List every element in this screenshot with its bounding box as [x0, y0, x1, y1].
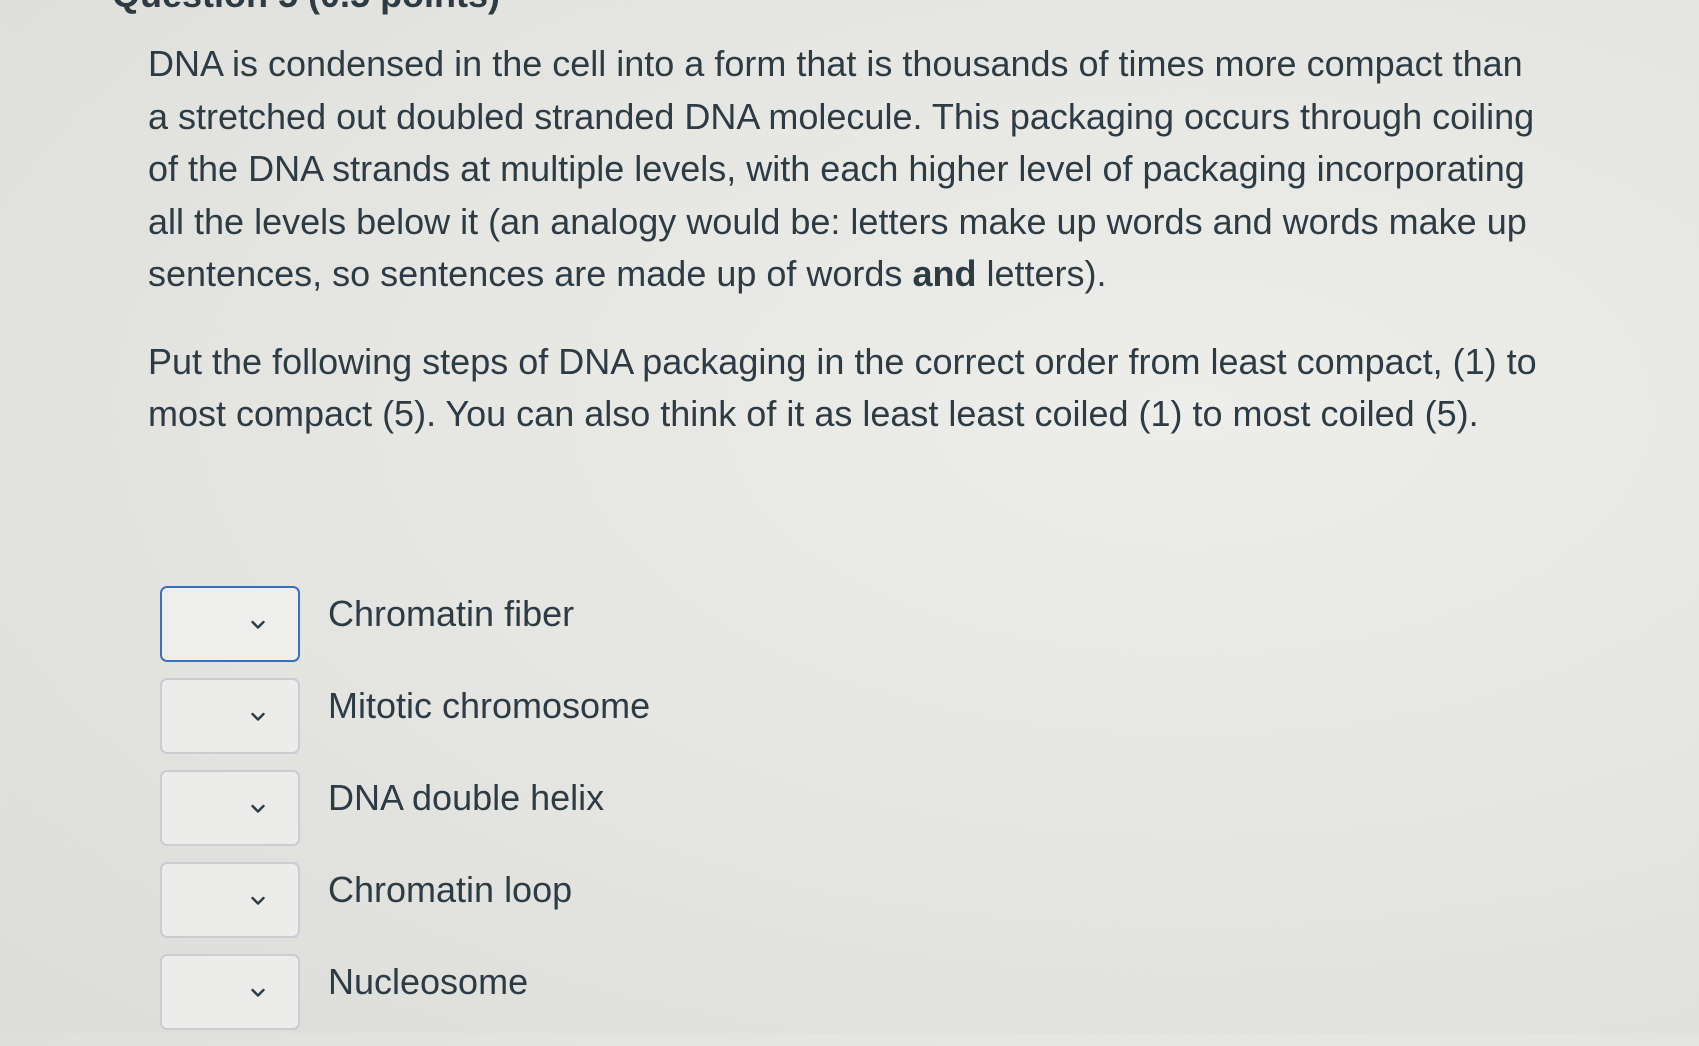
order-select-chromatin-fiber[interactable]	[160, 586, 300, 662]
question-header: Question 5 (0.5 points)	[112, 0, 500, 16]
question-intro: DNA is condensed in the cell into a form…	[148, 38, 1543, 301]
answer-label: DNA double helix	[328, 777, 605, 818]
answer-row: DNA double helix	[160, 770, 1060, 862]
answer-label: Nucleosome	[328, 961, 529, 1002]
intro-bold-word: and	[912, 253, 977, 294]
answer-label: Mitotic chromosome	[328, 685, 651, 726]
chevron-down-icon	[251, 988, 265, 997]
intro-text: DNA is condensed in the cell into a form…	[148, 43, 1535, 294]
question-body: DNA is condensed in the cell into a form…	[148, 38, 1568, 441]
intro-tail: letters).	[986, 253, 1107, 294]
answer-label: Chromatin loop	[328, 869, 573, 910]
answer-row: Nucleosome	[160, 954, 1060, 1046]
answer-row: Chromatin loop	[160, 862, 1060, 954]
chevron-down-icon	[251, 712, 265, 721]
chevron-down-icon	[251, 804, 265, 813]
question-instructions: Put the following steps of DNA packaging…	[148, 340, 1537, 435]
order-select-nucleosome[interactable]	[160, 954, 300, 1030]
chevron-down-icon	[251, 620, 265, 629]
answer-row: Mitotic chromosome	[160, 678, 1060, 770]
order-select-dna-double-helix[interactable]	[160, 770, 300, 846]
answer-list: Chromatin fiber Mitotic chromosome DNA d…	[160, 586, 1060, 1046]
answer-label: Chromatin fiber	[328, 593, 575, 634]
answer-row: Chromatin fiber	[160, 586, 1060, 678]
chevron-down-icon	[251, 896, 265, 905]
order-select-mitotic-chromosome[interactable]	[160, 678, 300, 754]
order-select-chromatin-loop[interactable]	[160, 862, 300, 938]
